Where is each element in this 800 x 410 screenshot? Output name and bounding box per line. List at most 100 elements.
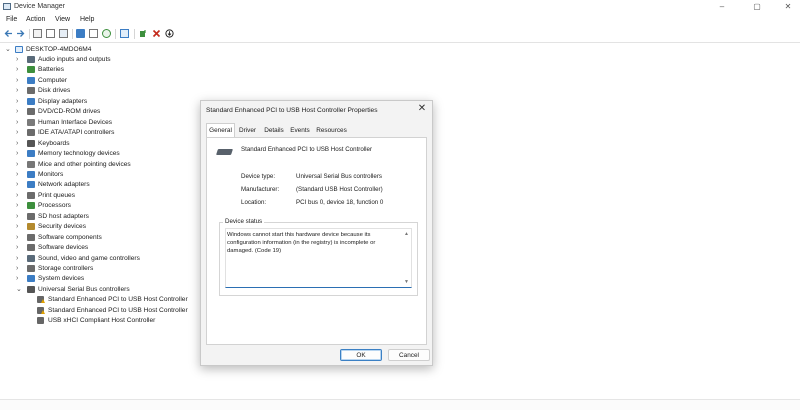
- close-window-button[interactable]: ✕: [778, 1, 798, 12]
- category-icon: [27, 254, 35, 262]
- chevron-right-icon[interactable]: ›: [16, 150, 24, 158]
- tree-category[interactable]: › Security devices: [16, 222, 216, 232]
- chevron-down-icon[interactable]: ⌄: [5, 46, 13, 54]
- show-hide-tree-icon[interactable]: [46, 29, 55, 38]
- help-icon[interactable]: [76, 29, 85, 38]
- cancel-button[interactable]: Cancel: [388, 349, 430, 361]
- chevron-right-icon[interactable]: ›: [16, 171, 24, 179]
- scroll-down-icon[interactable]: ▼: [404, 279, 409, 285]
- tree-category[interactable]: › Storage controllers: [16, 264, 216, 274]
- chevron-right-icon[interactable]: ›: [16, 213, 24, 221]
- menu-view[interactable]: View: [55, 16, 70, 23]
- tree-category[interactable]: › Network adapters: [16, 180, 216, 190]
- category-icon: [27, 56, 35, 63]
- menu-help[interactable]: Help: [80, 16, 94, 23]
- tree-category[interactable]: › Disk drives: [16, 86, 216, 96]
- chevron-right-icon[interactable]: ›: [16, 87, 24, 95]
- view-icon[interactable]: [89, 29, 98, 38]
- category-label: Sound, video and game controllers: [38, 254, 140, 262]
- device-status-textbox[interactable]: Windows cannot start this hardware devic…: [225, 228, 412, 288]
- usb-device-item[interactable]: USB xHCI Compliant Host Controller: [37, 316, 217, 326]
- tree-category[interactable]: › Memory technology devices: [16, 149, 216, 159]
- chevron-right-icon[interactable]: ›: [16, 192, 24, 200]
- uninstall-x-icon[interactable]: [152, 29, 161, 38]
- maximize-button[interactable]: ▢: [747, 1, 767, 12]
- chevron-right-icon[interactable]: ›: [16, 77, 24, 85]
- category-label: System devices: [38, 275, 85, 283]
- dialog-close-button[interactable]: ✕: [416, 103, 428, 115]
- scroll-up-icon[interactable]: ▲: [404, 231, 409, 237]
- tree-category[interactable]: › IDE ATA/ATAPI controllers: [16, 128, 216, 138]
- chevron-right-icon[interactable]: ›: [16, 275, 24, 283]
- back-arrow-icon[interactable]: [4, 29, 13, 38]
- tab-driver[interactable]: Driver: [235, 124, 260, 137]
- category-icon: [27, 275, 35, 283]
- chevron-right-icon[interactable]: ›: [16, 56, 24, 64]
- tree-category[interactable]: › Software devices: [16, 243, 216, 253]
- menu-action[interactable]: Action: [26, 16, 45, 23]
- usb-device-item[interactable]: Standard Enhanced PCI to USB Host Contro…: [37, 295, 217, 305]
- chevron-down-icon[interactable]: ⌄: [16, 286, 24, 294]
- chevron-right-icon[interactable]: ›: [16, 244, 24, 252]
- toolbar: [0, 26, 800, 43]
- tree-category[interactable]: › Print queues: [16, 191, 216, 201]
- ok-button[interactable]: OK: [340, 349, 382, 361]
- chevron-right-icon[interactable]: ›: [16, 234, 24, 242]
- chevron-right-icon[interactable]: ›: [16, 129, 24, 137]
- tree-category[interactable]: › SD host adapters: [16, 212, 216, 222]
- usb-warning-icon: [37, 306, 45, 314]
- chevron-right-icon[interactable]: ›: [16, 108, 24, 116]
- scan-hardware-icon[interactable]: [102, 29, 111, 38]
- tree-category[interactable]: ⌄ Universal Serial Bus controllers: [16, 285, 216, 295]
- chevron-right-icon[interactable]: ›: [16, 140, 24, 148]
- general-panel: Standard Enhanced PCI to USB Host Contro…: [206, 137, 427, 345]
- category-icon: [27, 118, 35, 126]
- category-icon: [27, 244, 35, 252]
- chevron-right-icon[interactable]: ›: [16, 98, 24, 106]
- tree-category[interactable]: › Monitors: [16, 170, 216, 180]
- chevron-right-icon[interactable]: ›: [16, 255, 24, 263]
- category-label: Security devices: [38, 223, 87, 231]
- download-driver-icon[interactable]: [165, 29, 174, 38]
- update-driver-icon[interactable]: [139, 29, 148, 38]
- tree-category[interactable]: › Processors: [16, 201, 216, 211]
- chevron-right-icon[interactable]: ›: [16, 119, 24, 127]
- forward-arrow-icon[interactable]: [16, 29, 25, 38]
- tab-details[interactable]: Details: [261, 124, 287, 137]
- title-bar: Device Manager – ▢ ✕: [0, 0, 800, 14]
- tree-category[interactable]: › Batteries: [16, 65, 216, 75]
- tree-category[interactable]: › Software components: [16, 233, 216, 243]
- tree-category[interactable]: › DVD/CD-ROM drives: [16, 107, 216, 117]
- tree-category[interactable]: › Human Interface Devices: [16, 118, 216, 128]
- tree-category[interactable]: › Audio inputs and outputs: [16, 55, 216, 65]
- tree-category[interactable]: › Display adapters: [16, 97, 216, 107]
- chevron-right-icon[interactable]: ›: [16, 202, 24, 210]
- tree-category[interactable]: › System devices: [16, 274, 216, 284]
- category-icon: [27, 265, 35, 272]
- minimize-button[interactable]: –: [712, 1, 732, 12]
- tab-events[interactable]: Events: [287, 124, 313, 137]
- category-icon: [27, 97, 35, 105]
- menu-file[interactable]: File: [6, 16, 17, 23]
- category-icon: [27, 223, 35, 231]
- chevron-right-icon[interactable]: ›: [16, 223, 24, 231]
- usb-device-item[interactable]: Standard Enhanced PCI to USB Host Contro…: [37, 306, 217, 316]
- category-icon: [27, 66, 35, 74]
- category-icon: [27, 139, 35, 147]
- category-label: Keyboards: [38, 139, 70, 147]
- chevron-right-icon[interactable]: ›: [16, 66, 24, 74]
- tab-resources[interactable]: Resources: [314, 124, 349, 137]
- chevron-right-icon[interactable]: ›: [16, 161, 24, 169]
- tab-general[interactable]: General: [206, 123, 235, 138]
- monitor-icon[interactable]: [120, 29, 129, 38]
- up-folder-icon[interactable]: [33, 29, 42, 38]
- tree-category[interactable]: › Keyboards: [16, 139, 216, 149]
- chevron-right-icon[interactable]: ›: [16, 265, 24, 273]
- properties-icon[interactable]: [59, 29, 68, 38]
- tree-category[interactable]: › Sound, video and game controllers: [16, 254, 216, 264]
- tree-category[interactable]: › Computer: [16, 76, 216, 86]
- tree-root[interactable]: ⌄ DESKTOP-4MDO6M4: [5, 45, 205, 55]
- tree-category[interactable]: › Mice and other pointing devices: [16, 160, 216, 170]
- chevron-right-icon[interactable]: ›: [16, 181, 24, 189]
- dialog-title: Standard Enhanced PCI to USB Host Contro…: [206, 107, 378, 114]
